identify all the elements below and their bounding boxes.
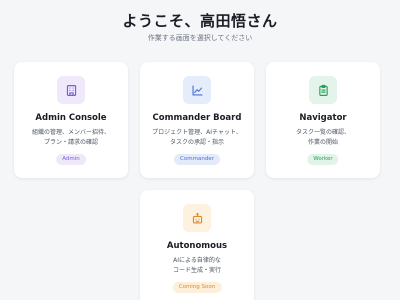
role-select-page: ようこそ、高田悟さん 作業する画面を選択してください Admin Console… (0, 0, 400, 300)
card-description: タスク一覧の確認、 作業の開始 (272, 128, 374, 148)
coming-soon-badge: Coming Soon (172, 282, 222, 293)
admin-console-icon-tile (57, 76, 85, 104)
card-title: Commander Board (152, 113, 242, 123)
autonomous-card: Autonomous AIによる自律的な コード生成・実行 Coming Soo… (140, 190, 254, 300)
clipboard-icon (318, 84, 328, 96)
select-instruction: 作業する画面を選択してください (147, 34, 253, 42)
card-description: プロジェクト管理、AIチャット、 タスクの承認・指示 (146, 128, 248, 148)
card-title: Admin Console (35, 113, 107, 123)
robot-icon (192, 212, 202, 224)
card-description-line: 作業の開始 (307, 139, 338, 146)
card-description-line: タスクの承認・指示 (169, 139, 224, 146)
autonomous-icon-tile (183, 204, 211, 232)
admin-console-card[interactable]: Admin Console 組織の管理、メンバー招待、 プラン・請求の確認 Ad… (14, 62, 128, 178)
card-description-line: AIによる自律的な (173, 257, 221, 264)
role-badge-commander: Commander (174, 154, 220, 165)
role-badge-admin: Admin (56, 154, 86, 165)
card-description-line: タスク一覧の確認、 (295, 129, 350, 136)
chart-line-icon (191, 84, 203, 96)
welcome-heading: ようこそ、高田悟さん (122, 12, 278, 30)
card-description: AIによる自律的な コード生成・実行 (146, 256, 248, 276)
navigator-card[interactable]: Navigator タスク一覧の確認、 作業の開始 Worker (266, 62, 380, 178)
card-description-line: コード生成・実行 (172, 267, 221, 274)
commander-board-icon-tile (183, 76, 211, 104)
commander-board-card[interactable]: Commander Board プロジェクト管理、AIチャット、 タスクの承認・… (140, 62, 254, 178)
card-description-line: プラン・請求の確認 (43, 139, 98, 146)
card-title: Autonomous (166, 241, 228, 251)
card-description: 組織の管理、メンバー招待、 プラン・請求の確認 (20, 128, 122, 148)
card-title: Navigator (299, 113, 347, 123)
building-icon (66, 84, 76, 96)
role-badge-worker: Worker (307, 154, 339, 165)
card-description-line: プロジェクト管理、AIチャット、 (152, 129, 242, 136)
navigator-icon-tile (309, 76, 337, 104)
card-description-line: 組織の管理、メンバー招待、 (31, 129, 110, 136)
